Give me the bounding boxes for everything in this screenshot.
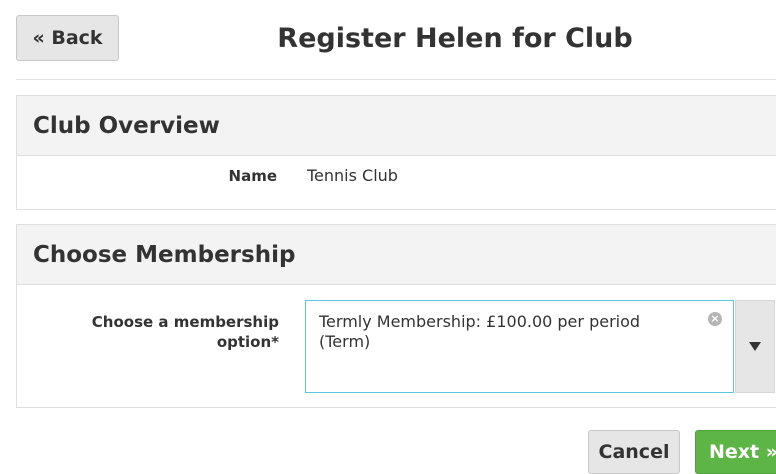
page-title: Register Helen for Club [277,23,633,54]
back-button[interactable]: « Back [16,15,119,61]
cancel-button[interactable]: Cancel [588,430,680,474]
choose-membership-heading: Choose Membership [17,225,776,285]
name-label: Name [228,167,277,185]
club-overview-panel: Club Overview Name Tennis Club [16,95,776,210]
membership-select[interactable]: Termly Membership: £100.00 per period (T… [305,300,734,393]
next-button[interactable]: Next » [695,430,776,474]
club-overview-heading: Club Overview [17,96,776,156]
membership-option-label: Choose a membership option* [17,312,279,352]
membership-dropdown-toggle[interactable] [735,300,775,393]
chevron-down-icon [749,342,761,351]
clear-icon[interactable]: × [708,312,722,326]
choose-membership-panel: Choose Membership Choose a membership op… [16,224,776,408]
membership-option-label-text: Choose a membership option* [91,313,279,351]
membership-selected-value: Termly Membership: £100.00 per period (T… [319,312,641,351]
header-divider [16,79,776,80]
club-name-value: Tennis Club [307,166,398,185]
